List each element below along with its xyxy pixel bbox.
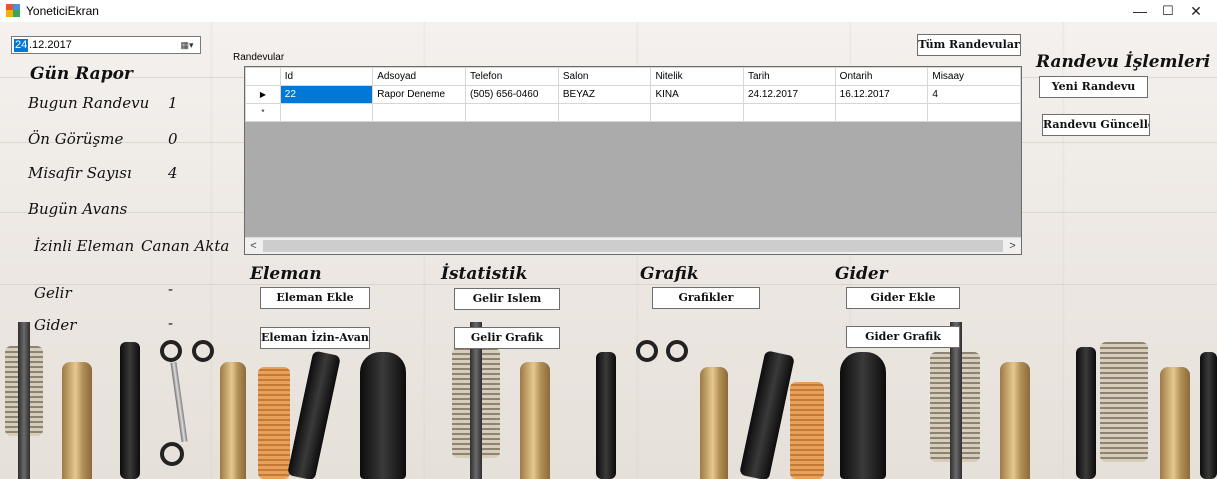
table-cell-nitelik[interactable]: KINA bbox=[650, 85, 744, 104]
table-cell-adsoyad[interactable]: Rapor Deneme bbox=[372, 85, 467, 104]
new-row-cell[interactable] bbox=[372, 103, 467, 122]
randevular-caption: Randevular bbox=[233, 52, 285, 63]
table-cell-ontarih[interactable]: 16.12.2017 bbox=[834, 85, 929, 104]
table-cell-misaay[interactable]: 4 bbox=[927, 85, 1021, 104]
eleman-izin-avans-button[interactable]: Eleman İzin-Avans bbox=[260, 327, 370, 349]
grid-header-row: Id Adsoyad Telefon Salon Nitelik Tarih O… bbox=[245, 67, 1021, 86]
new-row-cell[interactable] bbox=[650, 103, 744, 122]
tum-randevular-button[interactable]: Tüm Randevular bbox=[917, 34, 1021, 56]
table-cell-id[interactable]: 22 bbox=[279, 85, 374, 104]
randevu-islemleri-title: Randevu İşlemleri bbox=[1036, 52, 1211, 72]
new-row-cell[interactable] bbox=[927, 103, 1021, 122]
close-button[interactable]: ✕ bbox=[1173, 0, 1217, 22]
new-row[interactable]: * bbox=[245, 103, 1021, 122]
scroll-right-arrow-icon[interactable]: > bbox=[1004, 238, 1021, 254]
gider-title: Gider bbox=[835, 264, 888, 284]
column-header-misaay[interactable]: Misaay bbox=[927, 67, 1021, 86]
new-row-cell[interactable] bbox=[742, 103, 836, 122]
misafir-sayisi-label: Misafir Sayısı bbox=[28, 164, 132, 182]
column-header-id[interactable]: Id bbox=[279, 67, 374, 86]
misafir-sayisi-value: 4 bbox=[168, 164, 178, 182]
app-windows-icon bbox=[6, 4, 20, 17]
istatistik-title: İstatistik bbox=[441, 264, 528, 284]
scroll-left-arrow-icon[interactable]: < bbox=[245, 238, 262, 254]
table-cell-salon[interactable]: BEYAZ bbox=[557, 85, 652, 104]
scrollbar-thumb[interactable] bbox=[263, 240, 1003, 252]
izinli-eleman-value: Canan Akta bbox=[141, 237, 230, 255]
table-cell-telefon[interactable]: (505) 656-0460 bbox=[465, 85, 559, 104]
grafik-title: Grafik bbox=[640, 264, 699, 284]
column-header-telefon[interactable]: Telefon bbox=[465, 67, 559, 86]
randevular-grid[interactable]: Id Adsoyad Telefon Salon Nitelik Tarih O… bbox=[244, 66, 1022, 255]
current-row-marker[interactable]: ▶ bbox=[245, 85, 281, 104]
gelir-grafik-button[interactable]: Gelir Grafik bbox=[454, 327, 560, 349]
gider-ekle-button[interactable]: Gider Ekle bbox=[846, 287, 960, 309]
bugun-randevu-value: 1 bbox=[168, 94, 178, 112]
new-row-cell[interactable] bbox=[279, 103, 374, 122]
window-title: YoneticiEkran bbox=[26, 4, 99, 18]
column-header-adsoyad[interactable]: Adsoyad bbox=[372, 67, 467, 86]
gun-rapor-title: Gün Rapor bbox=[30, 64, 133, 84]
gelir-label: Gelir bbox=[34, 284, 72, 302]
grafikler-button[interactable]: Grafikler bbox=[652, 287, 760, 309]
table-cell-tarih[interactable]: 24.12.2017 bbox=[742, 85, 836, 104]
column-header-salon[interactable]: Salon bbox=[557, 67, 652, 86]
on-gorusme-value: 0 bbox=[168, 130, 178, 148]
table-row[interactable]: ▶ 22 Rapor Deneme (505) 656-0460 BEYAZ K… bbox=[245, 85, 1021, 104]
date-picker-day[interactable]: 24 bbox=[14, 39, 29, 52]
date-picker-value[interactable]: .12.2017 bbox=[29, 39, 72, 52]
row-header-corner bbox=[245, 67, 281, 86]
new-row-cell[interactable] bbox=[465, 103, 559, 122]
date-picker[interactable]: 24 .12.2017 ▦▾ bbox=[11, 36, 201, 54]
horizontal-scrollbar[interactable]: < > bbox=[245, 237, 1021, 254]
gider-label: Gider bbox=[34, 316, 77, 334]
column-header-ontarih[interactable]: Ontarih bbox=[834, 67, 929, 86]
eleman-ekle-button[interactable]: Eleman Ekle bbox=[260, 287, 370, 309]
gider-grafik-button[interactable]: Gider Grafik bbox=[846, 326, 960, 348]
gider-value: - bbox=[168, 314, 174, 332]
yeni-randevu-button[interactable]: Yeni Randevu bbox=[1039, 76, 1148, 98]
randevu-guncelle-button[interactable]: Randevu Güncelle bbox=[1042, 114, 1150, 136]
eleman-title: Eleman bbox=[250, 264, 322, 284]
bugun-avans-label: Bugün Avans bbox=[28, 200, 128, 218]
new-row-cell[interactable] bbox=[557, 103, 652, 122]
gelir-value: - bbox=[168, 280, 174, 298]
column-header-tarih[interactable]: Tarih bbox=[742, 67, 836, 86]
title-bar: YoneticiEkran — ☐ ✕ bbox=[0, 0, 1217, 22]
on-gorusme-label: Ön Görüşme bbox=[28, 130, 124, 148]
calendar-dropdown-icon[interactable]: ▦▾ bbox=[176, 38, 198, 52]
new-row-cell[interactable] bbox=[834, 103, 929, 122]
new-row-marker[interactable]: * bbox=[245, 103, 281, 122]
column-header-nitelik[interactable]: Nitelik bbox=[650, 67, 744, 86]
izinli-eleman-label: İzinli Eleman bbox=[34, 237, 135, 255]
gelir-islem-button[interactable]: Gelir Islem bbox=[454, 288, 560, 310]
bugun-randevu-label: Bugun Randevu bbox=[28, 94, 150, 112]
